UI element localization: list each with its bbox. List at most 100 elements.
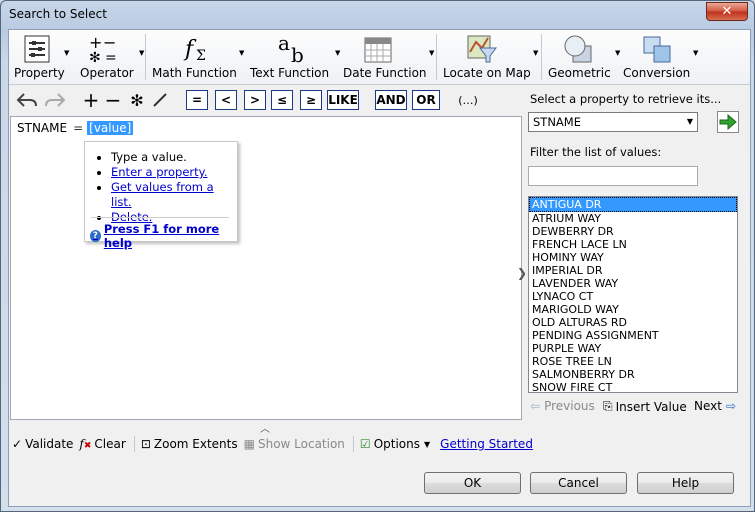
clear-label: Clear [94,437,126,451]
map-icon [467,35,497,63]
ok-button[interactable]: OK [424,472,521,494]
minus-icon: − [104,88,122,112]
conversion-button[interactable]: ▼ Conversion [623,32,709,82]
search-to-select-window: Search to Select ✕ ▼ Property + − ✻ = ▼ Ope… [0,0,755,512]
less-or-equal-icon: ≤ [276,93,288,107]
undo-button[interactable] [15,89,39,111]
dialog-client: ▼ Property + − ✻ = ▼ Operator fΣ ▼ Math Fun… [8,29,751,507]
bottom-toolbar: ✓ Validate f✖ Clear ⊡ Zoom Extents ▦ Show Lo… [9,432,750,456]
redo-button[interactable] [43,89,67,111]
collapse-splitter[interactable]: ︿ [10,420,520,435]
asterisk-icon: ✻ [130,90,144,110]
math-function-label: Math Function [152,66,237,80]
locate-on-map-button[interactable]: ▼ Locate on Map [440,32,540,82]
show-location-label: Show Location [257,437,345,451]
slash-icon [153,93,167,107]
expression-operator: = [73,121,84,135]
insert-arrow-icon[interactable]: ❯ [517,266,527,280]
help-button[interactable]: Help [637,472,734,494]
title-bar[interactable]: Search to Select ✕ [1,1,754,29]
list-item[interactable]: FRENCH LACE LN [529,238,737,251]
next-button[interactable]: Next ⇨ [694,399,736,413]
divide-operator-button[interactable] [150,89,170,111]
zoom-extents-button[interactable]: ⊡ Zoom Extents [141,437,238,451]
close-button[interactable]: ✕ [706,2,748,21]
enter-property-link[interactable]: Enter a property. [111,165,207,179]
add-operator-button[interactable]: + [81,88,101,112]
cancel-button[interactable]: Cancel [530,472,627,494]
validate-button[interactable]: ✓ Validate [12,437,73,451]
expression-value-placeholder[interactable]: [value] [87,121,134,135]
help-link[interactable]: ? Press F1 for more help [90,222,237,250]
math-function-icon: fΣ [183,37,206,64]
operator-button[interactable]: + − ✻ = ▼ Operator [77,32,145,82]
chevron-down-icon: ▼ [693,49,699,57]
values-list[interactable]: ANTIGUA DR ATRIUM WAY DEWBERRY DR FRENCH LA… [528,196,738,393]
svg-text:a: a [278,34,290,55]
geometric-icon [564,35,592,63]
ribbon-separator [145,34,146,80]
list-item[interactable]: LAVENDER WAY [529,277,737,290]
parentheses-button[interactable]: (…) [455,89,481,111]
greater-or-equal-button[interactable]: ≥ [300,90,322,110]
values-panel: Select a property to retrieve its... STN… [528,86,746,426]
math-function-button[interactable]: fΣ ▼ Math Function [149,32,245,82]
zoom-extents-label: Zoom Extents [153,437,238,451]
greater-than-button[interactable]: > [244,90,266,110]
getting-started-link[interactable]: Getting Started [440,437,533,451]
list-item[interactable]: HOMINY WAY [529,251,737,264]
previous-button[interactable]: ⇦ Previous [530,399,595,413]
chevron-down-icon: ▼ [686,117,693,126]
show-location-button[interactable]: ▦ Show Location [244,437,345,451]
expression-toolbar: + − ✻ = < > ≤ ≥ LIKE AND OR (…) [9,86,519,114]
property-dropdown[interactable]: STNAME ▼ [528,112,698,132]
chevron-down-icon: ▼ [533,49,539,57]
like-operator-button[interactable]: LIKE [327,90,359,110]
date-function-label: Date Function [343,66,427,80]
clear-button[interactable]: f✖ Clear [79,437,125,451]
less-or-equal-button[interactable]: ≤ [271,90,293,110]
text-function-button[interactable]: ab ▼ Text Function [249,32,341,82]
list-item[interactable]: SALMONBERRY DR [529,368,737,381]
insert-value-icon: ⎘ [603,399,613,413]
options-button[interactable]: ☑ Options ▼ [360,437,430,451]
chevron-down-icon: ▼ [615,49,621,57]
options-check-icon: ☑ [359,437,371,451]
bottom-separator [133,436,135,452]
date-function-button[interactable]: ▼ Date Function [343,32,435,82]
list-item[interactable]: OLD ALTURAS RD [529,316,737,329]
chevron-down-icon: ▼ [424,439,431,449]
property-dropdown-value: STNAME [533,115,581,129]
get-values-link[interactable]: Get values from a list. [111,180,214,209]
less-than-button[interactable]: < [215,90,237,110]
multiply-operator-button[interactable]: ✻ [127,89,147,111]
expression-editor[interactable]: STNAME =[value] Type a value. Enter a pro… [10,116,522,420]
list-item[interactable]: PENDING ASSIGNMENT [529,329,737,342]
filter-label: Filter the list of values: [530,145,662,159]
property-button[interactable]: ▼ Property [11,32,69,82]
list-item[interactable]: MARIGOLD WAY [529,303,737,316]
and-operator-button[interactable]: AND [375,90,407,110]
list-item[interactable]: SNOW FIRE CT [529,381,737,392]
window-title: Search to Select [9,7,107,21]
list-item[interactable]: LYNACO CT [529,290,737,303]
list-item[interactable]: ANTIGUA DR [529,197,737,212]
filter-input[interactable] [528,166,698,186]
list-item[interactable]: DEWBERRY DR [529,225,737,238]
previous-label: Previous [544,399,595,413]
retrieve-values-button[interactable] [717,111,739,133]
list-item[interactable]: IMPERIAL DR [529,264,737,277]
conversion-icon [643,36,671,63]
subtract-operator-button[interactable]: − [103,88,123,112]
insert-value-button[interactable]: ⎘ Insert Value [603,399,687,414]
property-icon [24,35,50,63]
list-item[interactable]: ROSE TREE LN [529,355,737,368]
svg-text:=: = [105,50,117,64]
or-operator-button[interactable]: OR [412,90,440,110]
checkmark-icon: ✓ [12,437,23,451]
conversion-label: Conversion [623,66,691,80]
list-item[interactable]: PURPLE WAY [529,342,737,355]
list-item[interactable]: ATRIUM WAY [529,212,737,225]
equals-operator-button[interactable]: = [186,90,208,110]
geometric-button[interactable]: ▼ Geometric [545,32,623,82]
